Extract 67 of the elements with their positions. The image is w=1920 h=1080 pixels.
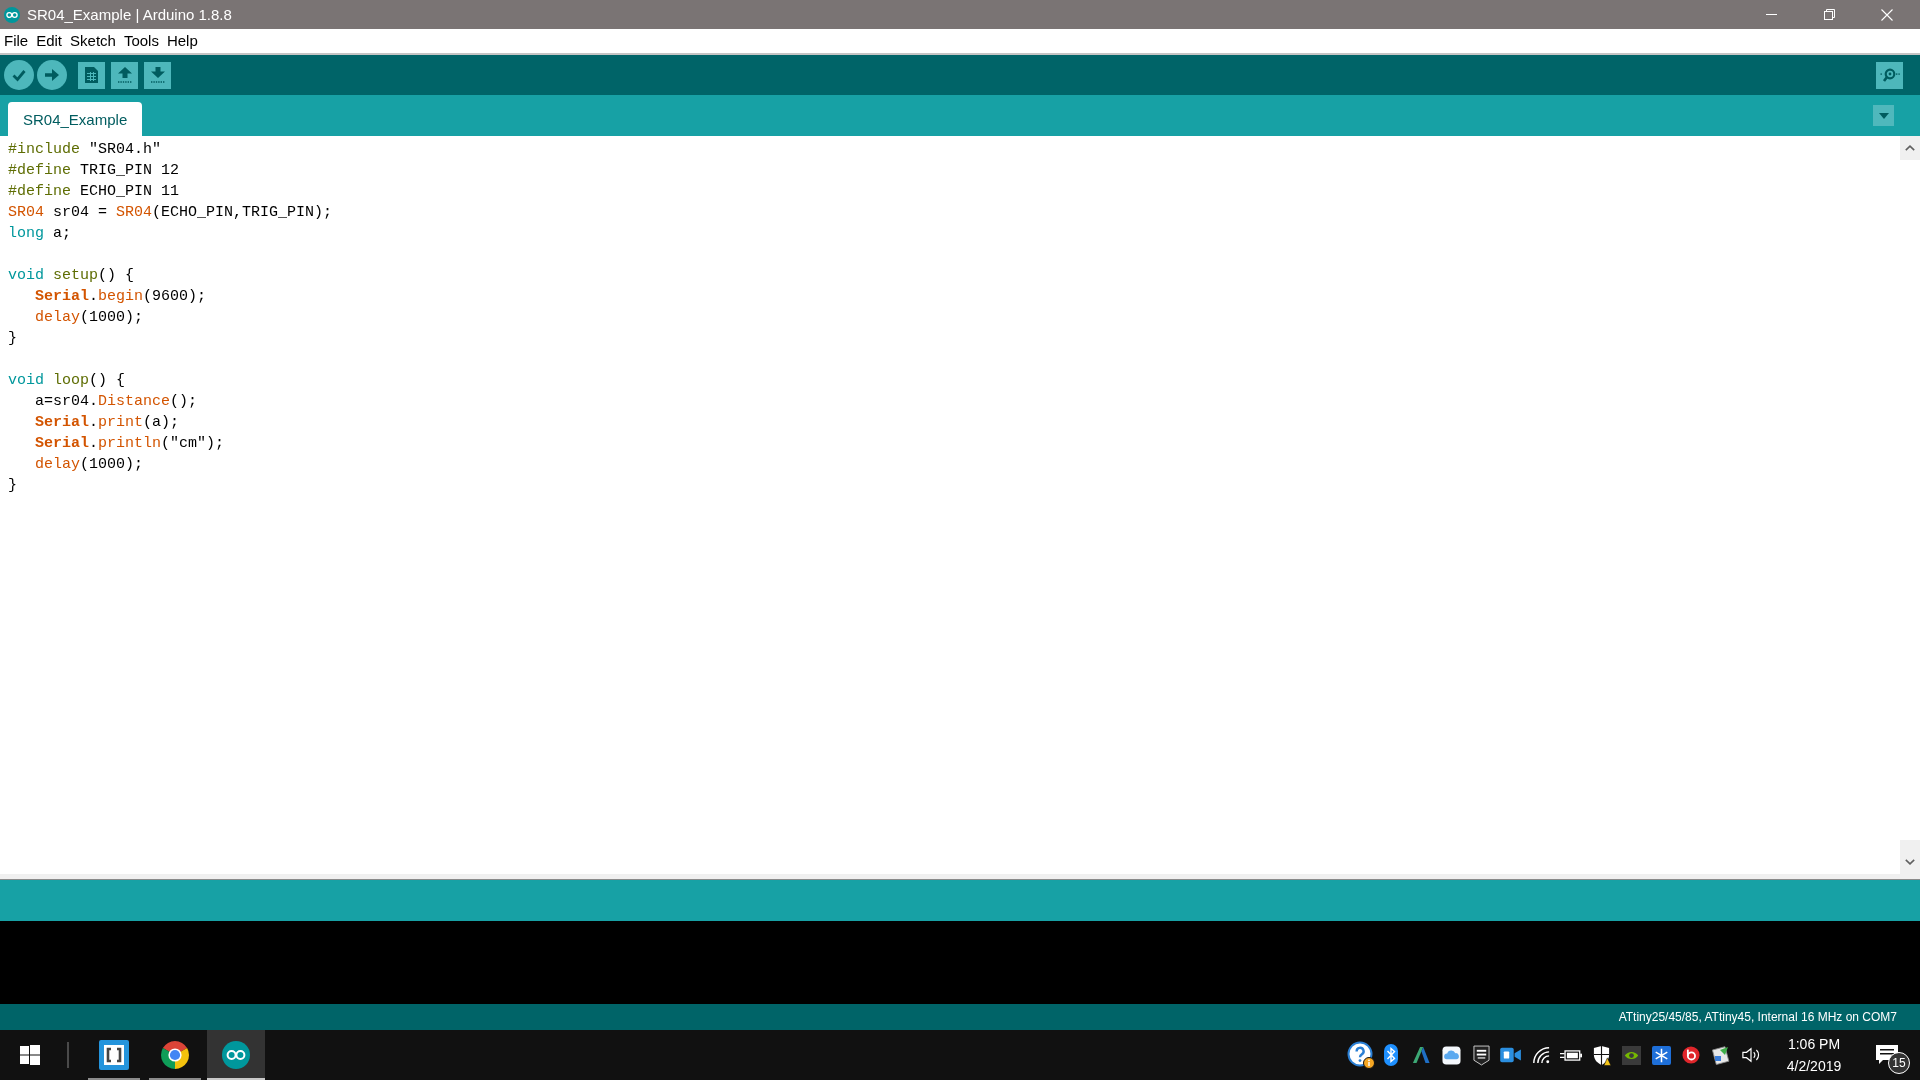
arrow-up-icon (117, 67, 132, 83)
board-info: ATtiny25/45/85, ATtiny45, Internal 16 MHz on COM7 (1618, 1010, 1897, 1024)
window-title: SR04_Example | Arduino 1.8.8 (27, 6, 232, 23)
infinity-icon (4, 6, 20, 23)
chevron-up-icon (1905, 145, 1915, 151)
shield-warning-icon[interactable] (1591, 1044, 1611, 1066)
code-line: SR04 sr04 = SR04(ECHO_PIN,TRIG_PIN); (8, 203, 333, 223)
code-line: void setup() { (8, 266, 135, 286)
code-line: Serial.print(a); (35, 413, 180, 433)
chevron-down-icon (1905, 859, 1915, 865)
snowflake-icon[interactable] (1651, 1045, 1671, 1065)
cloud-icon[interactable] (1441, 1045, 1461, 1065)
tab[interactable]: SR04_Example (8, 102, 143, 136)
bluetooth-icon[interactable] (1384, 1044, 1398, 1066)
code-line: } (8, 329, 17, 349)
notification-badge: 15 (1888, 1052, 1910, 1074)
help-icon[interactable] (1347, 1041, 1375, 1069)
sheet-arrow-icon[interactable] (1711, 1045, 1731, 1065)
triangle-down-icon (1878, 112, 1889, 119)
infinity-icon (221, 1040, 251, 1070)
taskbar-app-button[interactable] (207, 1030, 265, 1080)
open-button[interactable] (111, 61, 138, 89)
check-icon (11, 67, 27, 83)
code-line: Serial.println("cm"); (35, 434, 225, 454)
video-camera-icon[interactable] (1500, 1046, 1522, 1064)
code-line: a=sr04.Distance(); (35, 392, 198, 412)
code-line: #include "SR04.h" (8, 140, 162, 160)
clock-date: 4/2/2019 (1786, 1057, 1842, 1076)
volume-icon[interactable] (1741, 1046, 1761, 1064)
wifi-icon[interactable] (1532, 1046, 1550, 1064)
new-button[interactable] (78, 61, 105, 89)
circle-logo-icon (160, 1040, 190, 1070)
code-line: delay(1000); (35, 308, 144, 328)
save-button[interactable] (144, 61, 171, 89)
code-line: } (8, 476, 17, 496)
upload-button[interactable] (37, 60, 67, 90)
serial-monitor-button[interactable] (1876, 61, 1903, 89)
code-line: #define ECHO_PIN 11 (8, 182, 180, 202)
document-icon (85, 67, 98, 83)
scroll-up-button[interactable] (1900, 136, 1920, 160)
code-line: delay(1000); (35, 455, 144, 475)
close-icon (1881, 8, 1893, 21)
eye-logo-icon[interactable] (1621, 1045, 1641, 1065)
menu-item[interactable]: File (0, 31, 33, 51)
minimize-icon (1765, 14, 1777, 15)
battery-icon[interactable] (1560, 1047, 1582, 1063)
arrow-right-icon (45, 69, 59, 81)
scroll-down-button[interactable] (1900, 840, 1920, 874)
start-icon (20, 1045, 40, 1065)
menu-item[interactable]: Tools (119, 31, 163, 51)
tab-menu-button[interactable] (1873, 105, 1894, 126)
menu-item[interactable]: Edit (32, 31, 67, 51)
menu-item[interactable]: Sketch (66, 31, 120, 51)
menu-item[interactable]: Help (162, 31, 202, 51)
code-line: long a; (8, 224, 72, 244)
shield-logo-icon[interactable] (1472, 1044, 1490, 1066)
arrow-down-icon (150, 67, 165, 83)
triangle-logo-icon[interactable] (1412, 1046, 1430, 1064)
verify-button[interactable] (4, 60, 34, 90)
brackets-icon (99, 1040, 129, 1070)
code-line: Serial.begin(9600); (35, 287, 207, 307)
code-line: #define TRIG_PIN 12 (8, 161, 180, 181)
restore-icon (1823, 9, 1835, 20)
magnifier-icon (1879, 67, 1900, 83)
ring-logo-icon[interactable] (1682, 1046, 1700, 1064)
clock-time: 1:06 PM (1787, 1035, 1841, 1054)
code-line: void loop() { (8, 371, 126, 391)
